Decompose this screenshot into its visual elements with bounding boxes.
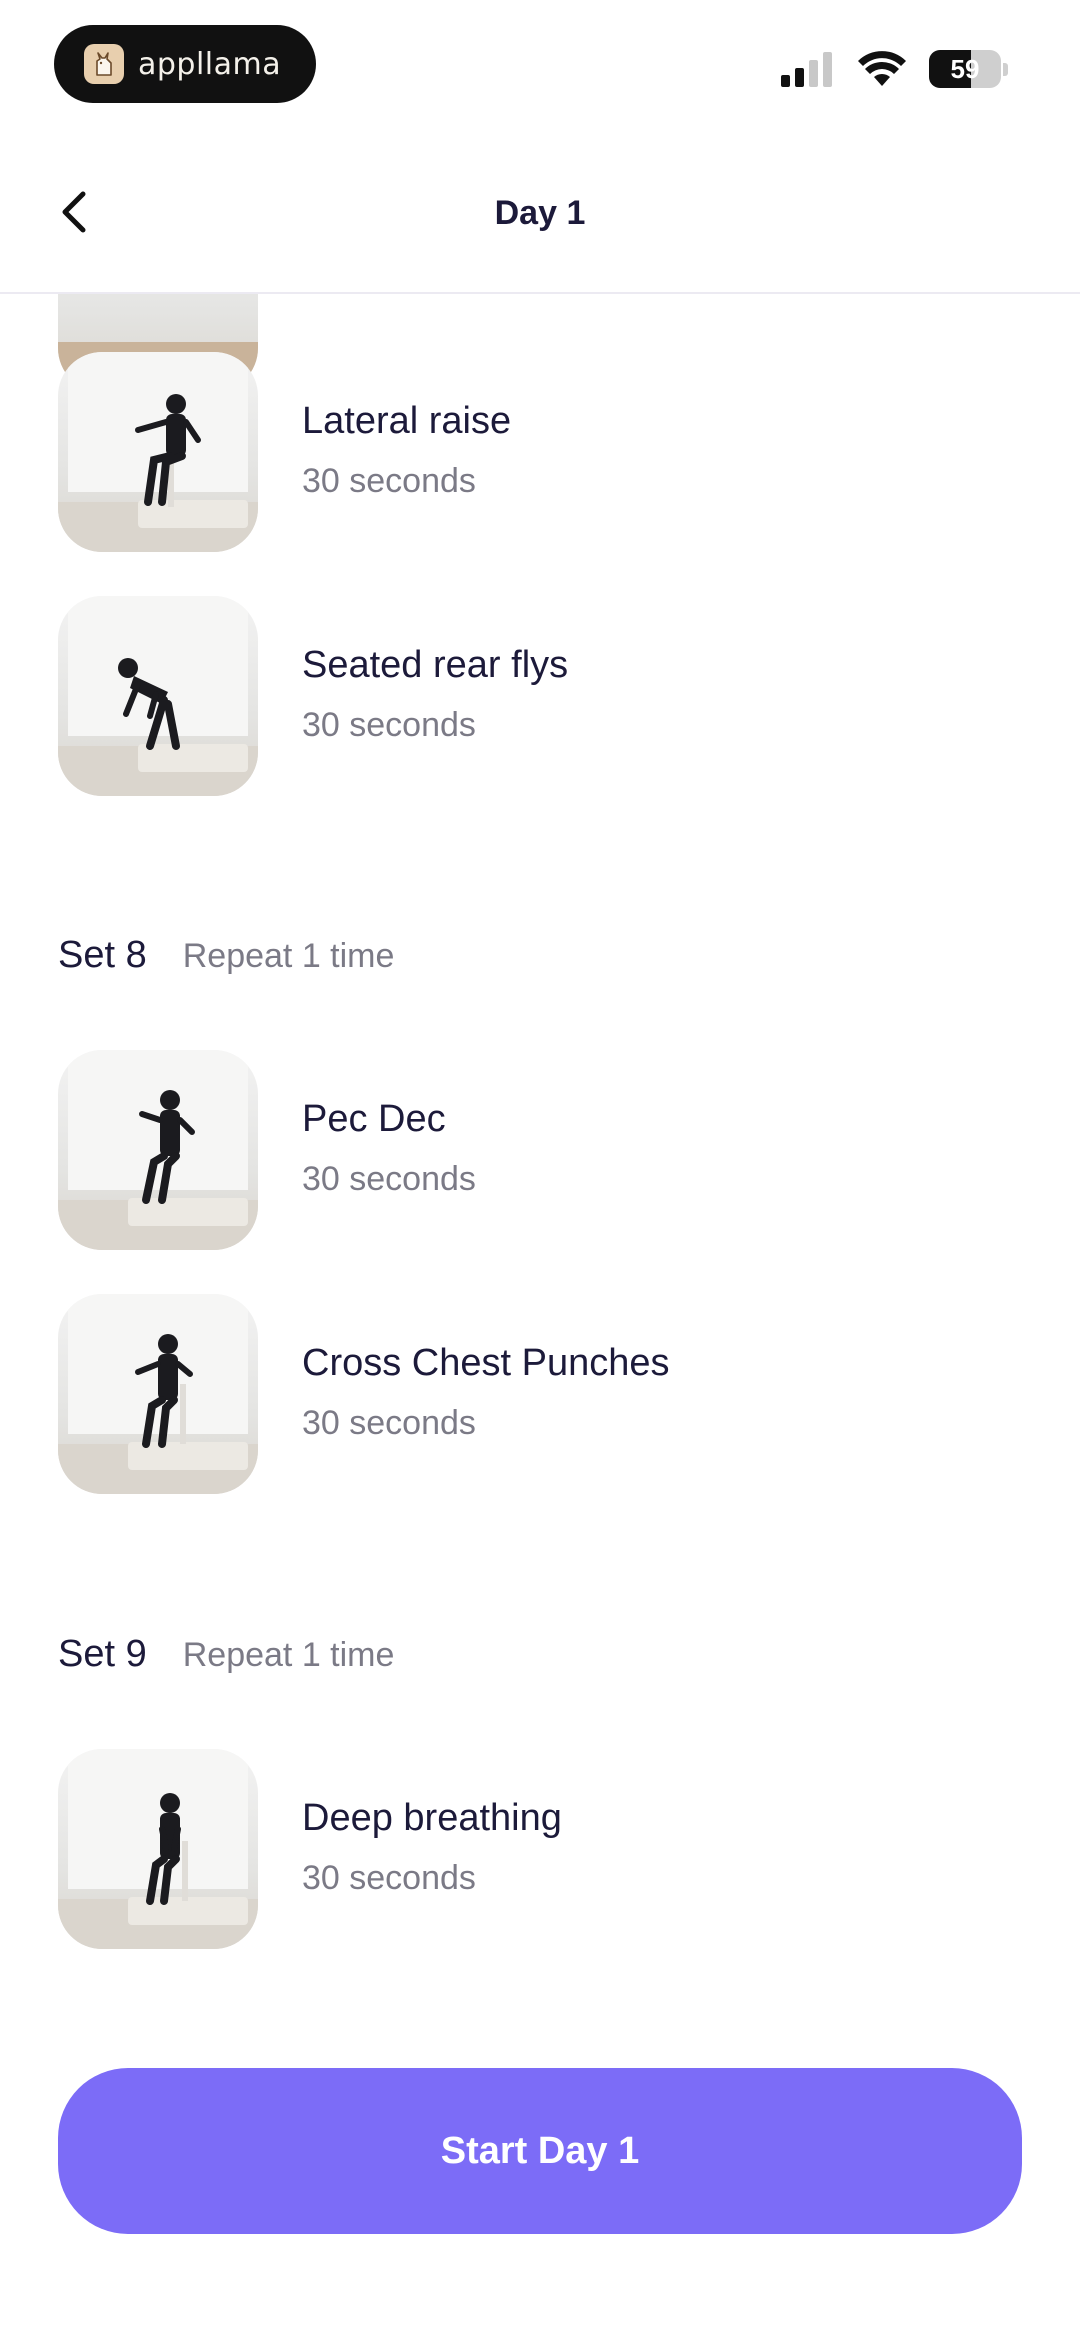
exercise-duration: 30 seconds xyxy=(302,1404,476,1442)
set-header: Set 8 Repeat 1 time xyxy=(58,934,394,984)
exercise-thumbnail xyxy=(58,1749,258,1949)
battery-icon: 59 xyxy=(929,50,1001,88)
battery-tip xyxy=(1003,62,1008,76)
exercise-duration: 30 seconds xyxy=(302,1859,476,1897)
exercise-item[interactable]: Lateral raise 30 seconds xyxy=(0,352,1080,552)
exercise-thumbnail xyxy=(58,596,258,796)
exercise-item[interactable]: Seated rear flys 30 seconds xyxy=(0,596,1080,796)
exercise-name: Pec Dec xyxy=(302,1098,446,1140)
set-repeat-count: Repeat 1 time xyxy=(182,937,395,975)
exercise-duration: 30 seconds xyxy=(302,1160,476,1198)
exercise-name: Seated rear flys xyxy=(302,644,569,686)
exercise-list[interactable]: Lateral raise 30 seconds Seated rear fly… xyxy=(0,294,1080,2337)
nav-bar: Day 1 xyxy=(0,130,1080,294)
exercise-thumbnail xyxy=(58,1050,258,1250)
set-repeat-count: Repeat 1 time xyxy=(182,1636,395,1674)
exercise-thumbnail xyxy=(58,352,258,552)
signal-bars-icon xyxy=(781,52,832,87)
exercise-name: Cross Chest Punches xyxy=(302,1342,670,1384)
brand-pill: appllama xyxy=(54,25,316,103)
brand-name: appllama xyxy=(138,46,282,82)
wifi-icon xyxy=(858,51,906,86)
start-day-button[interactable]: Start Day 1 xyxy=(58,2068,1022,2234)
set-title: Set 9 xyxy=(58,1633,147,1675)
llama-logo-icon xyxy=(84,44,124,84)
exercise-item[interactable]: Cross Chest Punches 30 seconds xyxy=(0,1294,1080,1494)
exercise-item[interactable]: Deep breathing 30 seconds xyxy=(0,1749,1080,1949)
set-header: Set 9 Repeat 1 time xyxy=(58,1633,394,1683)
battery-indicator: 59 xyxy=(929,50,1008,88)
battery-level: 59 xyxy=(950,53,980,84)
status-bar: appllama 59 xyxy=(0,0,1080,130)
exercise-name: Lateral raise xyxy=(302,400,512,442)
exercise-duration: 30 seconds xyxy=(302,706,476,744)
page-title: Day 1 xyxy=(494,194,586,232)
exercise-thumbnail xyxy=(58,1294,258,1494)
exercise-name: Deep breathing xyxy=(302,1797,562,1839)
exercise-duration: 30 seconds xyxy=(302,462,476,500)
exercise-item[interactable]: Pec Dec 30 seconds xyxy=(0,1050,1080,1250)
start-day-label: Start Day 1 xyxy=(440,2129,640,2172)
set-title: Set 8 xyxy=(58,934,147,976)
status-icons: 59 xyxy=(781,50,1008,88)
